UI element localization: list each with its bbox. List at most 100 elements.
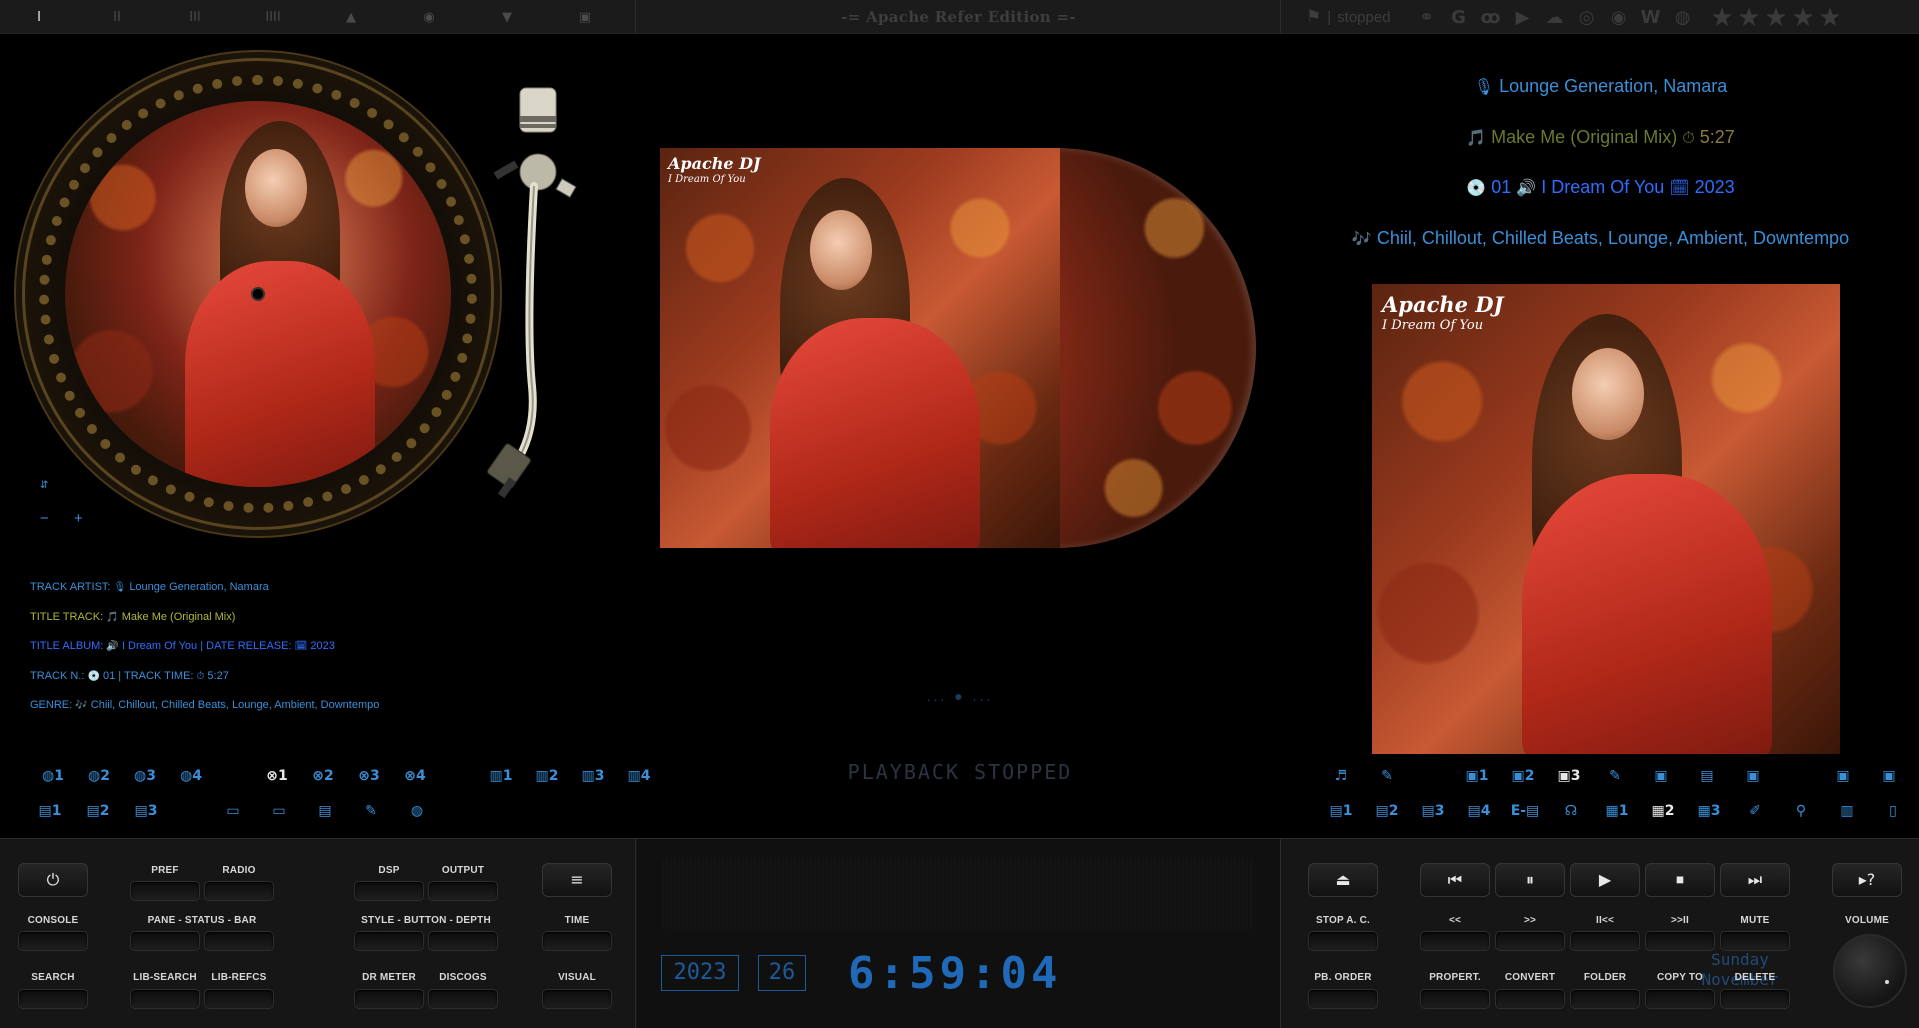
stop-ac-button[interactable] — [1308, 931, 1378, 951]
deck-swap-button[interactable]: ⇵ — [40, 480, 48, 491]
spectrum-3-button[interactable]: ▥3 — [570, 768, 616, 784]
power-button[interactable]: ⏻ — [18, 863, 88, 897]
star-icon[interactable]: ★ — [1790, 2, 1817, 32]
folder-icon[interactable]: ▭ — [210, 803, 256, 819]
search-button[interactable] — [18, 989, 88, 1009]
depth-button[interactable] — [428, 931, 498, 951]
wikipedia-icon[interactable]: W — [1635, 7, 1667, 28]
panel-1-button[interactable]: ▤1 — [26, 803, 74, 819]
view-1-button[interactable]: ▣1 — [1454, 768, 1500, 784]
headphones-icon[interactable]: ☊ — [1548, 803, 1594, 819]
dsp-button[interactable] — [354, 881, 424, 901]
layout-button-1[interactable]: I — [0, 10, 78, 25]
menu-button[interactable]: ≡ — [542, 863, 612, 897]
globe-icon[interactable]: ◍ — [394, 803, 440, 819]
image-button[interactable]: ▣ — [1820, 768, 1866, 784]
link-icon[interactable]: ⚭ — [1411, 7, 1443, 28]
lib-search-button[interactable] — [130, 989, 200, 1009]
trash-icon[interactable]: ▥ — [1824, 803, 1870, 819]
folder-button[interactable] — [1570, 989, 1640, 1009]
spectrum-2-button[interactable]: ▥2 — [524, 768, 570, 784]
previous-track-button[interactable]: ⏮ — [1420, 863, 1490, 897]
layout-button-center[interactable]: ◉ — [390, 10, 468, 25]
battery-icon[interactable]: ▯ — [1870, 803, 1916, 819]
podcast-icon[interactable]: ◍ — [1667, 7, 1699, 28]
pin-icon[interactable]: ✐ — [1732, 803, 1778, 819]
style-button[interactable] — [354, 931, 424, 951]
stop-button[interactable]: ⏹ — [1645, 863, 1715, 897]
help-button[interactable]: ▸? — [1832, 863, 1902, 897]
deck-minus-button[interactable]: − — [40, 510, 49, 527]
layout-button-4[interactable]: IIII — [234, 10, 312, 25]
disc-layout-4-button[interactable]: ◍4 — [168, 768, 214, 784]
layout-button-up[interactable]: ▲ — [312, 10, 390, 25]
visual-button[interactable] — [542, 989, 612, 1009]
page-3-button[interactable]: ▤3 — [1410, 803, 1456, 819]
status-bar-button[interactable] — [204, 931, 274, 951]
book-icon[interactable]: ▭ — [256, 803, 302, 819]
discogs-button[interactable] — [428, 989, 498, 1009]
vinyl-layout-3-button[interactable]: ⊗3 — [346, 768, 392, 784]
soundcloud-icon[interactable]: ☁ — [1539, 7, 1571, 28]
star-icon[interactable]: ★ — [1709, 2, 1736, 32]
archive-button[interactable]: ▣ — [1730, 768, 1776, 784]
star-icon[interactable]: ★ — [1817, 2, 1844, 32]
disc-layout-3-button[interactable]: ◍3 — [122, 768, 168, 784]
view-2-button[interactable]: ▣2 — [1500, 768, 1546, 784]
vinyl-layout-1-button[interactable]: ⊗1 — [254, 768, 300, 784]
rewind-button[interactable] — [1420, 931, 1490, 951]
console-button[interactable] — [18, 931, 88, 951]
time-button[interactable] — [542, 931, 612, 951]
vinyl-layout-2-button[interactable]: ⊗2 — [300, 768, 346, 784]
search-icon[interactable]: ⚲ — [1778, 803, 1824, 819]
pause-button[interactable]: ⏸ — [1495, 863, 1565, 897]
page-dots[interactable]: ... ● ... — [910, 688, 1010, 704]
skip-forward-button[interactable] — [1645, 931, 1715, 951]
grid-1-button[interactable]: ▦1 — [1594, 803, 1640, 819]
radio-button[interactable] — [204, 881, 274, 901]
mute-button[interactable] — [1720, 931, 1790, 951]
next-track-button[interactable]: ⏭ — [1720, 863, 1790, 897]
delete-button[interactable] — [1720, 989, 1790, 1009]
gallery-button[interactable]: ▣ — [1866, 768, 1912, 784]
disc-layout-2-button[interactable]: ◍2 — [76, 768, 122, 784]
target-icon[interactable]: ◉ — [1603, 7, 1635, 28]
lib-refcs-button[interactable] — [204, 989, 274, 1009]
dr-meter-button[interactable] — [354, 989, 424, 1009]
save-doc-button[interactable]: ▣ — [1638, 768, 1684, 784]
output-button[interactable] — [428, 881, 498, 901]
star-icon[interactable]: ★ — [1736, 2, 1763, 32]
page-2-button[interactable]: ▤2 — [1364, 803, 1410, 819]
pane-button[interactable] — [130, 931, 200, 951]
panel-2-button[interactable]: ▤2 — [74, 803, 122, 819]
edit-doc-button[interactable]: ✎ — [1592, 768, 1638, 784]
google-icon[interactable]: G — [1443, 7, 1475, 28]
grid-3-button[interactable]: ▦3 — [1686, 803, 1732, 819]
document-button[interactable]: ▤ — [1684, 768, 1730, 784]
fast-forward-button[interactable] — [1495, 931, 1565, 951]
copy-to-button[interactable] — [1645, 989, 1715, 1009]
pb-order-button[interactable] — [1308, 989, 1378, 1009]
grid-2-button[interactable]: ▦2 — [1640, 803, 1686, 819]
properties-button[interactable] — [1420, 989, 1490, 1009]
eject-button[interactable]: ⏏ — [1308, 863, 1378, 897]
skip-back-button[interactable] — [1570, 931, 1640, 951]
vinyl-layout-4-button[interactable]: ⊗4 — [392, 768, 438, 784]
layout-button-3[interactable]: III — [156, 10, 234, 25]
volume-knob[interactable] — [1833, 934, 1907, 1008]
view-3-button[interactable]: ▣3 — [1546, 768, 1592, 784]
brush-icon[interactable]: ✎ — [348, 803, 394, 819]
tonearm[interactable] — [474, 86, 584, 506]
tag-edit-button[interactable]: ✎ — [1364, 768, 1410, 784]
layout-button-square[interactable]: ▣ — [546, 10, 624, 25]
panel-3-button[interactable]: ▤3 — [122, 803, 170, 819]
page-1-button[interactable]: ▤1 — [1318, 803, 1364, 819]
spectrum-1-button[interactable]: ▥1 — [478, 768, 524, 784]
music-edit-button[interactable]: ♬ — [1318, 768, 1364, 784]
page-4-button[interactable]: ▤4 — [1456, 803, 1502, 819]
turntable-platter[interactable] — [22, 58, 494, 530]
radio-icon[interactable]: ▤ — [302, 803, 348, 819]
spotify-icon[interactable]: ◎ — [1571, 7, 1603, 28]
spectrum-4-button[interactable]: ▥4 — [616, 768, 662, 784]
youtube-icon[interactable]: ▶ — [1507, 7, 1539, 28]
